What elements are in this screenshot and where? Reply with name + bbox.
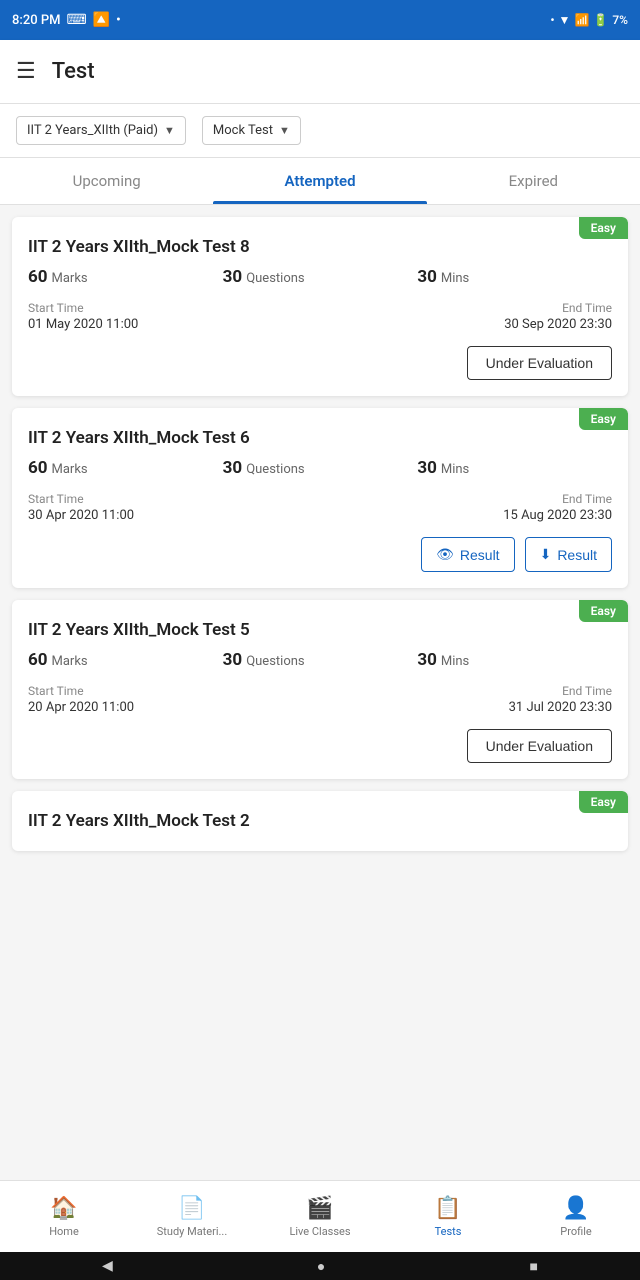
back-button[interactable]: ◀ (102, 1258, 113, 1274)
wifi-icon: ▼ (559, 13, 571, 27)
status-bar-right: • ▼ 📶 🔋 7% (550, 13, 628, 27)
nav-live-classes[interactable]: 🎬 Live Classes (256, 1181, 384, 1252)
card-actions-mock8: Under Evaluation (28, 346, 612, 380)
nav-tests[interactable]: 📋 Tests (384, 1181, 512, 1252)
home-icon: 🏠 (50, 1196, 77, 1221)
easy-badge-mock5: Easy (579, 600, 628, 622)
tab-upcoming[interactable]: Upcoming (0, 158, 213, 204)
course-filter-label: IIT 2 Years_XIIth (Paid) (27, 123, 158, 138)
battery-percent: 7% (612, 13, 628, 27)
card-times-mock6: Start Time 30 Apr 2020 11:00 End Time 15… (28, 492, 612, 523)
keyboard-icon: ⌨ (67, 12, 87, 28)
tab-attempted[interactable]: Attempted (213, 158, 426, 204)
test-title-mock8: IIT 2 Years XIIth_Mock Test 8 (28, 237, 612, 257)
test-card-mock5: Easy IIT 2 Years XIIth_Mock Test 5 60 Ma… (12, 600, 628, 779)
test-card-mock8: Easy IIT 2 Years XIIth_Mock Test 8 60 Ma… (12, 217, 628, 396)
eye-icon: 👁 (436, 546, 454, 563)
bottom-nav: 🏠 Home 📄 Study Materi... 🎬 Live Classes … (0, 1180, 640, 1252)
test-card-mock2: Easy IIT 2 Years XIIth_Mock Test 2 (12, 791, 628, 851)
type-filter-arrow: ▼ (279, 124, 290, 137)
marks-stat-mock8: 60 Marks (28, 267, 223, 287)
start-time-block-mock8: Start Time 01 May 2020 11:00 (28, 301, 138, 332)
course-filter-arrow: ▼ (164, 124, 175, 137)
filter-row: IIT 2 Years_XIIth (Paid) ▼ Mock Test ▼ (0, 104, 640, 158)
marks-stat-mock5: 60 Marks (28, 650, 223, 670)
easy-badge-mock6: Easy (579, 408, 628, 430)
card-actions-mock6: 👁 Result ⬇ Result (28, 537, 612, 572)
questions-stat-mock8: 30 Questions (223, 267, 418, 287)
test-title-mock2: IIT 2 Years XIIth_Mock Test 2 (28, 811, 612, 831)
android-nav-bar: ◀ ● ■ (0, 1252, 640, 1280)
nav-study[interactable]: 📄 Study Materi... (128, 1181, 256, 1252)
test-title-mock6: IIT 2 Years XIIth_Mock Test 6 (28, 428, 612, 448)
header: ☰ Test (0, 40, 640, 104)
signal-icon: 📶 (574, 13, 589, 27)
card-times-mock8: Start Time 01 May 2020 11:00 End Time 30… (28, 301, 612, 332)
end-time-block-mock8: End Time 30 Sep 2020 23:30 (504, 301, 612, 332)
test-card-mock6: Easy IIT 2 Years XIIth_Mock Test 6 60 Ma… (12, 408, 628, 588)
home-button[interactable]: ● (317, 1258, 325, 1275)
view-result-button-mock6[interactable]: 👁 Result (421, 537, 514, 572)
card-actions-mock5: Under Evaluation (28, 729, 612, 763)
battery-icon: 🔋 (593, 13, 608, 27)
easy-badge-mock2: Easy (579, 791, 628, 813)
card-stats-mock5: 60 Marks 30 Questions 30 Mins (28, 650, 612, 670)
dot-indicator-right: • (550, 13, 554, 27)
type-filter-label: Mock Test (213, 123, 273, 138)
questions-stat-mock5: 30 Questions (223, 650, 418, 670)
hamburger-icon[interactable]: ☰ (16, 59, 36, 84)
start-time-block-mock6: Start Time 30 Apr 2020 11:00 (28, 492, 134, 523)
course-filter-dropdown[interactable]: IIT 2 Years_XIIth (Paid) ▼ (16, 116, 186, 145)
tests-icon: 📋 (434, 1196, 461, 1221)
study-icon: 📄 (178, 1196, 205, 1221)
app-icon: 🔼 (93, 12, 110, 28)
card-times-mock5: Start Time 20 Apr 2020 11:00 End Time 31… (28, 684, 612, 715)
nav-profile[interactable]: 👤 Profile (512, 1181, 640, 1252)
end-time-block-mock5: End Time 31 Jul 2020 23:30 (509, 684, 612, 715)
mins-stat-mock8: 30 Mins (417, 267, 612, 287)
status-bar-left: 8:20 PM ⌨ 🔼 • (12, 12, 121, 28)
start-time-block-mock5: Start Time 20 Apr 2020 11:00 (28, 684, 134, 715)
end-time-block-mock6: End Time 15 Aug 2020 23:30 (503, 492, 612, 523)
questions-stat-mock6: 30 Questions (223, 458, 418, 478)
card-stats-mock6: 60 Marks 30 Questions 30 Mins (28, 458, 612, 478)
mins-stat-mock5: 30 Mins (417, 650, 612, 670)
live-classes-icon: 🎬 (306, 1196, 333, 1221)
dot-indicator: • (116, 13, 121, 28)
recent-button[interactable]: ■ (529, 1258, 537, 1275)
status-bar: 8:20 PM ⌨ 🔼 • • ▼ 📶 🔋 7% (0, 0, 640, 40)
marks-stat-mock6: 60 Marks (28, 458, 223, 478)
download-icon: ⬇ (540, 546, 552, 563)
page-title: Test (52, 59, 95, 84)
tab-expired[interactable]: Expired (427, 158, 640, 204)
type-filter-dropdown[interactable]: Mock Test ▼ (202, 116, 301, 145)
under-evaluation-button-mock5[interactable]: Under Evaluation (467, 729, 612, 763)
test-title-mock5: IIT 2 Years XIIth_Mock Test 5 (28, 620, 612, 640)
nav-home[interactable]: 🏠 Home (0, 1181, 128, 1252)
mins-stat-mock6: 30 Mins (417, 458, 612, 478)
easy-badge-mock8: Easy (579, 217, 628, 239)
tabs-bar: Upcoming Attempted Expired (0, 158, 640, 205)
profile-icon: 👤 (562, 1196, 589, 1221)
under-evaluation-button-mock8[interactable]: Under Evaluation (467, 346, 612, 380)
test-list: Easy IIT 2 Years XIIth_Mock Test 8 60 Ma… (0, 205, 640, 931)
download-result-button-mock6[interactable]: ⬇ Result (525, 537, 612, 572)
status-time: 8:20 PM (12, 13, 61, 28)
card-stats-mock8: 60 Marks 30 Questions 30 Mins (28, 267, 612, 287)
